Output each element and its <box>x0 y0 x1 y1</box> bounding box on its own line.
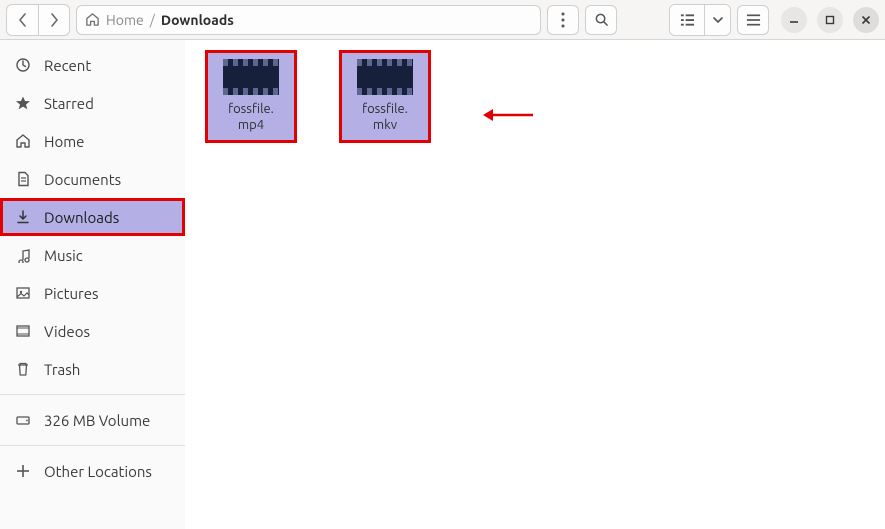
sidebar-item-downloads[interactable]: Downloads <box>0 198 185 236</box>
sidebar-item-label: 326 MB Volume <box>44 412 150 429</box>
home-icon <box>85 12 100 27</box>
sidebar-item-label: Recent <box>44 57 91 74</box>
chevron-down-icon <box>713 17 723 23</box>
sidebar-item-trash[interactable]: Trash <box>0 350 185 388</box>
video-file-icon <box>223 59 279 95</box>
content-area[interactable]: fossfile. mp4 fossfile. mkv <box>185 40 885 529</box>
icon-view-button[interactable] <box>670 5 704 35</box>
sidebar-item-music[interactable]: Music <box>0 236 185 274</box>
maximize-button[interactable] <box>817 7 843 33</box>
home-icon <box>14 133 32 149</box>
path-separator: / <box>150 12 155 28</box>
chevron-right-icon <box>49 13 59 27</box>
star-icon <box>14 95 32 111</box>
sidebar-item-videos[interactable]: Videos <box>0 312 185 350</box>
sidebar-item-other-locations[interactable]: Other Locations <box>0 452 185 490</box>
path-current[interactable]: Downloads <box>161 12 234 28</box>
sidebar: Recent Starred Home Documents Downloads … <box>0 40 185 529</box>
chevron-left-icon <box>18 13 28 27</box>
sidebar-item-recent[interactable]: Recent <box>0 46 185 84</box>
sidebar-item-starred[interactable]: Starred <box>0 84 185 122</box>
sidebar-divider <box>0 394 185 395</box>
view-switcher <box>669 4 731 36</box>
maximize-icon <box>825 15 835 25</box>
file-item[interactable]: fossfile. mkv <box>339 50 431 143</box>
sidebar-item-label: Videos <box>44 323 90 340</box>
drive-icon <box>14 412 32 428</box>
file-grid: fossfile. mp4 fossfile. mkv <box>195 48 875 145</box>
hamburger-icon <box>746 14 761 26</box>
window-controls <box>781 7 879 33</box>
sidebar-item-label: Other Locations <box>44 463 152 480</box>
kebab-menu-icon <box>561 12 565 28</box>
close-button[interactable] <box>853 7 879 33</box>
sidebar-item-documents[interactable]: Documents <box>0 160 185 198</box>
path-bar[interactable]: Home / Downloads <box>76 5 541 35</box>
nav-buttons <box>6 4 70 36</box>
sidebar-item-label: Trash <box>44 361 80 378</box>
plus-icon <box>14 464 32 478</box>
sidebar-item-label: Downloads <box>44 209 119 226</box>
forward-button[interactable] <box>38 5 69 35</box>
search-icon <box>594 12 609 27</box>
close-icon <box>861 15 871 25</box>
sidebar-item-label: Pictures <box>44 285 99 302</box>
file-name: fossfile. mkv <box>362 101 408 134</box>
minimize-button[interactable] <box>781 7 807 33</box>
picture-icon <box>14 285 32 301</box>
back-button[interactable] <box>7 5 38 35</box>
file-item[interactable]: fossfile. mp4 <box>205 50 297 143</box>
music-icon <box>14 247 32 263</box>
download-icon <box>14 209 32 225</box>
more-options-button[interactable] <box>547 5 579 35</box>
file-name: fossfile. mp4 <box>228 101 274 134</box>
hamburger-menu-button[interactable] <box>737 5 769 35</box>
video-icon <box>14 323 32 339</box>
view-dropdown-button[interactable] <box>704 5 730 35</box>
search-button[interactable] <box>585 5 617 35</box>
sidebar-item-home[interactable]: Home <box>0 122 185 160</box>
sidebar-item-label: Home <box>44 133 84 150</box>
grid-icon <box>680 13 695 27</box>
sidebar-item-pictures[interactable]: Pictures <box>0 274 185 312</box>
sidebar-item-label: Starred <box>44 95 94 112</box>
minimize-icon <box>789 15 799 25</box>
clock-icon <box>14 57 32 73</box>
sidebar-divider <box>0 445 185 446</box>
sidebar-item-label: Documents <box>44 171 121 188</box>
sidebar-item-volume[interactable]: 326 MB Volume <box>0 401 185 439</box>
document-icon <box>14 171 32 187</box>
sidebar-item-label: Music <box>44 247 83 264</box>
video-file-icon <box>357 59 413 95</box>
toolbar: Home / Downloads <box>0 0 885 40</box>
trash-icon <box>14 361 32 377</box>
path-home[interactable]: Home <box>106 12 144 28</box>
